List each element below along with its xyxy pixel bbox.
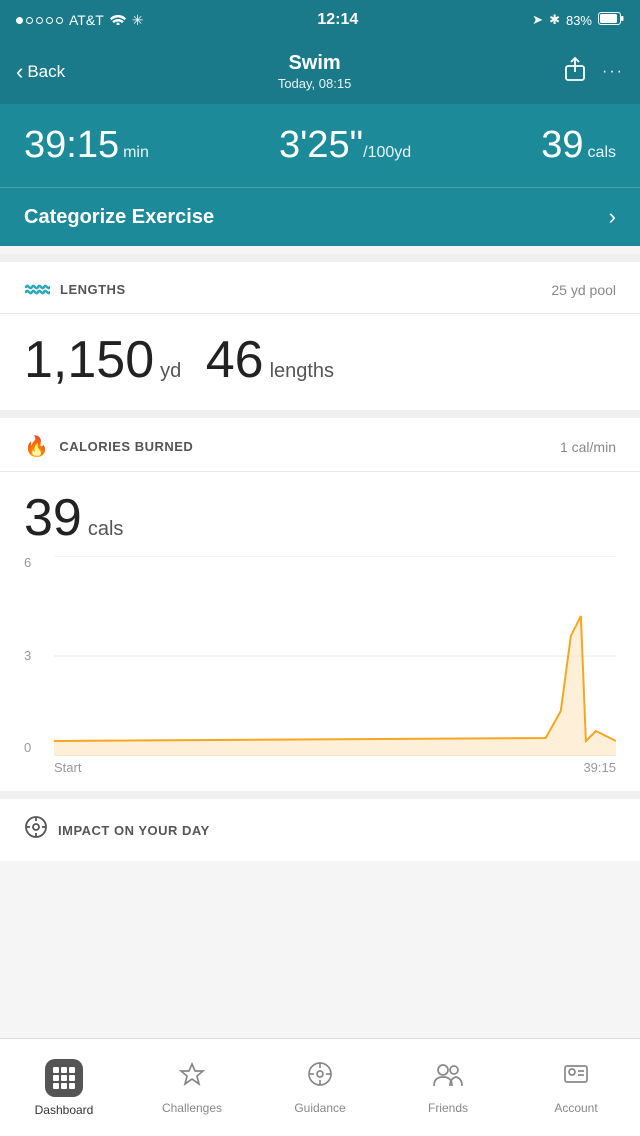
- y-label-6: 6: [24, 556, 54, 569]
- workout-title: Swim: [278, 52, 351, 75]
- dashboard-icon-wrap: [45, 1059, 83, 1097]
- signal-dot-1: [16, 17, 23, 24]
- lengths-header: LENGTHS 25 yd pool: [0, 262, 640, 314]
- impact-label: IMPACT ON YOUR DAY: [58, 823, 210, 838]
- nav-item-friends[interactable]: Friends: [384, 1039, 512, 1136]
- nav-actions: ···: [564, 56, 624, 88]
- pace-value: 3'25": [279, 124, 363, 166]
- signal-activity-icon: ✳: [132, 12, 144, 29]
- distance-value: 1,150: [24, 331, 154, 389]
- friends-label: Friends: [428, 1101, 468, 1115]
- bottom-divider: [0, 791, 640, 799]
- signal-dot-4: [46, 17, 53, 24]
- back-label: Back: [27, 62, 65, 82]
- impact-icon: [24, 815, 48, 845]
- calories-chart: 6 3 0 Start 39:15: [0, 556, 640, 791]
- guidance-label: Guidance: [294, 1101, 345, 1115]
- pool-size: 25 yd pool: [551, 282, 616, 298]
- friends-icon: [432, 1060, 464, 1095]
- wifi-icon: [110, 12, 126, 28]
- status-left: AT&T ✳: [16, 12, 143, 29]
- calories-values: 39 cals: [0, 472, 640, 556]
- signal-dot-2: [26, 17, 33, 24]
- status-time: 12:14: [317, 11, 358, 29]
- back-chevron-icon: ‹: [16, 59, 23, 85]
- impact-section: IMPACT ON YOUR DAY: [0, 799, 640, 861]
- wave-icon: [24, 278, 50, 301]
- status-bar: AT&T ✳ 12:14 ➤ ✱ 83%: [0, 0, 640, 40]
- calories-section: 🔥 CALORIES BURNED 1 cal/min 39 cals 6 3 0: [0, 418, 640, 791]
- challenges-icon: [178, 1060, 206, 1095]
- bottom-nav: Dashboard Challenges Guidance: [0, 1038, 640, 1136]
- y-label-3: 3: [24, 649, 54, 662]
- signal-dot-3: [36, 17, 43, 24]
- calories-value: 39: [24, 489, 82, 547]
- battery-icon: [598, 12, 624, 28]
- lengths-values: 1,150 yd 46 lengths: [0, 314, 640, 410]
- signal-dots: [16, 17, 63, 24]
- pace-unit: /100yd: [363, 144, 411, 161]
- distance-unit: yd: [160, 360, 181, 382]
- bluetooth-icon: ✱: [549, 12, 560, 28]
- share-button[interactable]: [564, 56, 586, 88]
- x-label-end: 39:15: [583, 760, 616, 775]
- account-label: Account: [554, 1101, 597, 1115]
- account-icon: [562, 1060, 590, 1095]
- duration-value: 39:15: [24, 124, 119, 166]
- lengths-section: LENGTHS 25 yd pool 1,150 yd 46 lengths: [0, 262, 640, 410]
- dashboard-grid-icon: [53, 1067, 75, 1089]
- top-divider: [0, 254, 640, 262]
- stats-bar: 39:15min 3'25"/100yd 39 cals: [0, 104, 640, 187]
- dashboard-label: Dashboard: [35, 1103, 94, 1117]
- fire-icon: 🔥: [24, 434, 49, 459]
- guidance-icon: [306, 1060, 334, 1095]
- lengths-label: LENGTHS: [24, 278, 126, 301]
- middle-divider: [0, 410, 640, 418]
- calories-unit: cals: [88, 518, 124, 540]
- lengths-section-label: LENGTHS: [60, 282, 126, 297]
- nav-item-dashboard[interactable]: Dashboard: [0, 1039, 128, 1136]
- nav-item-guidance[interactable]: Guidance: [256, 1039, 384, 1136]
- nav-item-account[interactable]: Account: [512, 1039, 640, 1136]
- duration-unit: min: [123, 144, 149, 161]
- location-icon: ➤: [532, 12, 543, 28]
- categorize-label: Categorize Exercise: [24, 206, 214, 229]
- workout-subtitle: Today, 08:15: [278, 76, 351, 91]
- chart-svg: [54, 556, 616, 756]
- lengths-count-unit: lengths: [270, 360, 335, 382]
- cal-rate: 1 cal/min: [560, 439, 616, 455]
- categorize-banner[interactable]: Categorize Exercise ›: [0, 187, 640, 246]
- more-options-button[interactable]: ···: [602, 63, 624, 81]
- back-button[interactable]: ‹ Back: [16, 59, 65, 85]
- challenges-label: Challenges: [162, 1101, 222, 1115]
- calories-section-label: CALORIES BURNED: [59, 439, 193, 454]
- nav-bar: ‹ Back Swim Today, 08:15 ···: [0, 40, 640, 104]
- calories-label: 🔥 CALORIES BURNED: [24, 434, 193, 459]
- carrier-name: AT&T: [69, 12, 104, 28]
- x-label-start: Start: [54, 760, 81, 775]
- y-label-0: 0: [24, 741, 54, 754]
- duration-stat: 39:15min: [24, 124, 149, 167]
- calories-stat-unit: cals: [588, 144, 616, 161]
- battery-percentage: 83%: [566, 13, 592, 28]
- calories-header: 🔥 CALORIES BURNED 1 cal/min: [0, 418, 640, 472]
- lengths-count-value: 46: [206, 331, 264, 389]
- status-right: ➤ ✱ 83%: [532, 12, 624, 28]
- calories-stat-value: 39: [541, 124, 583, 166]
- nav-item-challenges[interactable]: Challenges: [128, 1039, 256, 1136]
- signal-dot-5: [56, 17, 63, 24]
- nav-title: Swim Today, 08:15: [278, 52, 351, 93]
- chart-x-labels: Start 39:15: [54, 760, 616, 775]
- pace-stat: 3'25"/100yd: [279, 124, 411, 167]
- categorize-chevron-icon: ›: [609, 204, 616, 230]
- calories-stat: 39 cals: [541, 124, 616, 167]
